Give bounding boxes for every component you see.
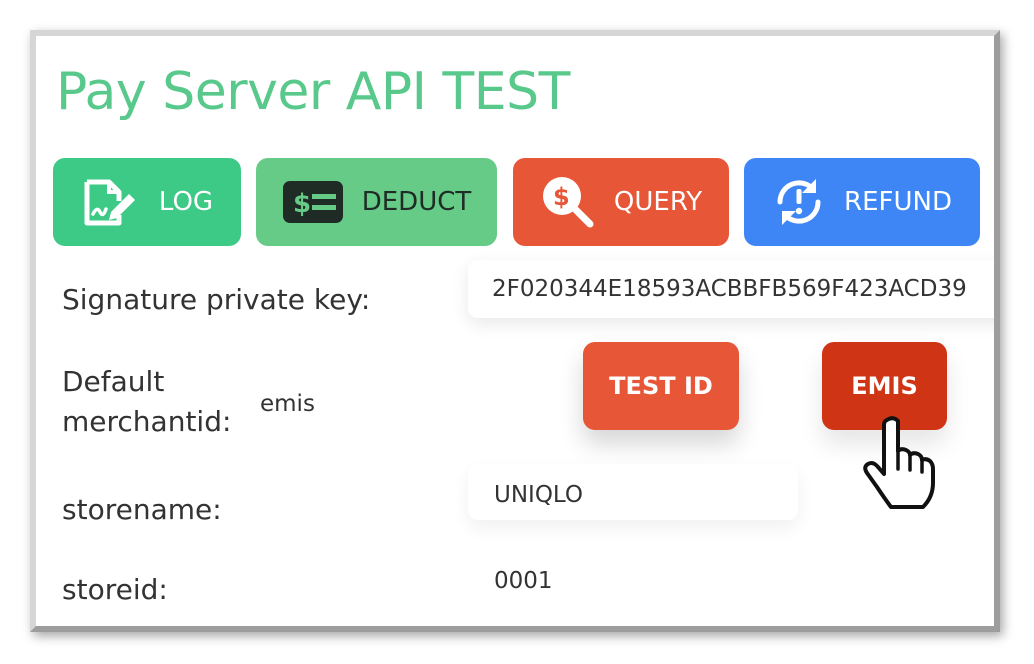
refund-cycle-icon <box>772 175 826 229</box>
test-id-button[interactable]: TEST ID <box>583 342 739 430</box>
query-button[interactable]: $ QUERY <box>513 158 729 246</box>
storename-label: storename: <box>62 493 222 526</box>
storename-value: UNIQLO <box>494 482 584 508</box>
log-button[interactable]: LOG <box>53 158 241 246</box>
money-deduct-icon: $ <box>282 180 344 224</box>
log-button-label: LOG <box>158 187 214 217</box>
deduct-button-label: DEDUCT <box>361 187 472 217</box>
storeid-label: storeid: <box>62 573 168 606</box>
hand-pointer-icon <box>863 414 939 514</box>
signature-key-field[interactable]: 2F020344E18593ACBBFB569F423ACD39 <box>468 260 994 318</box>
query-button-label: QUERY <box>613 187 703 217</box>
storeid-value: 0001 <box>494 568 553 594</box>
svg-text:$: $ <box>293 189 311 219</box>
refund-button[interactable]: REFUND <box>744 158 980 246</box>
signature-key-value: 2F020344E18593ACBBFB569F423ACD39 <box>492 276 967 302</box>
test-id-button-label: TEST ID <box>609 372 713 400</box>
page-title: Pay Server API TEST <box>56 62 570 122</box>
signature-key-label: Signature private key: <box>62 283 371 316</box>
app-window: Pay Server API TEST LOG $ DEDUCT $ QUERY… <box>30 30 1000 632</box>
merchant-id-label: Default merchantid: <box>62 365 232 438</box>
money-search-icon: $ <box>540 174 596 230</box>
deduct-button[interactable]: $ DEDUCT <box>256 158 497 246</box>
refund-button-label: REFUND <box>844 187 952 217</box>
svg-text:$: $ <box>553 183 570 211</box>
document-sign-icon <box>81 177 141 227</box>
merchant-id-value: emis <box>260 391 315 417</box>
emis-button-label: EMIS <box>851 372 918 400</box>
